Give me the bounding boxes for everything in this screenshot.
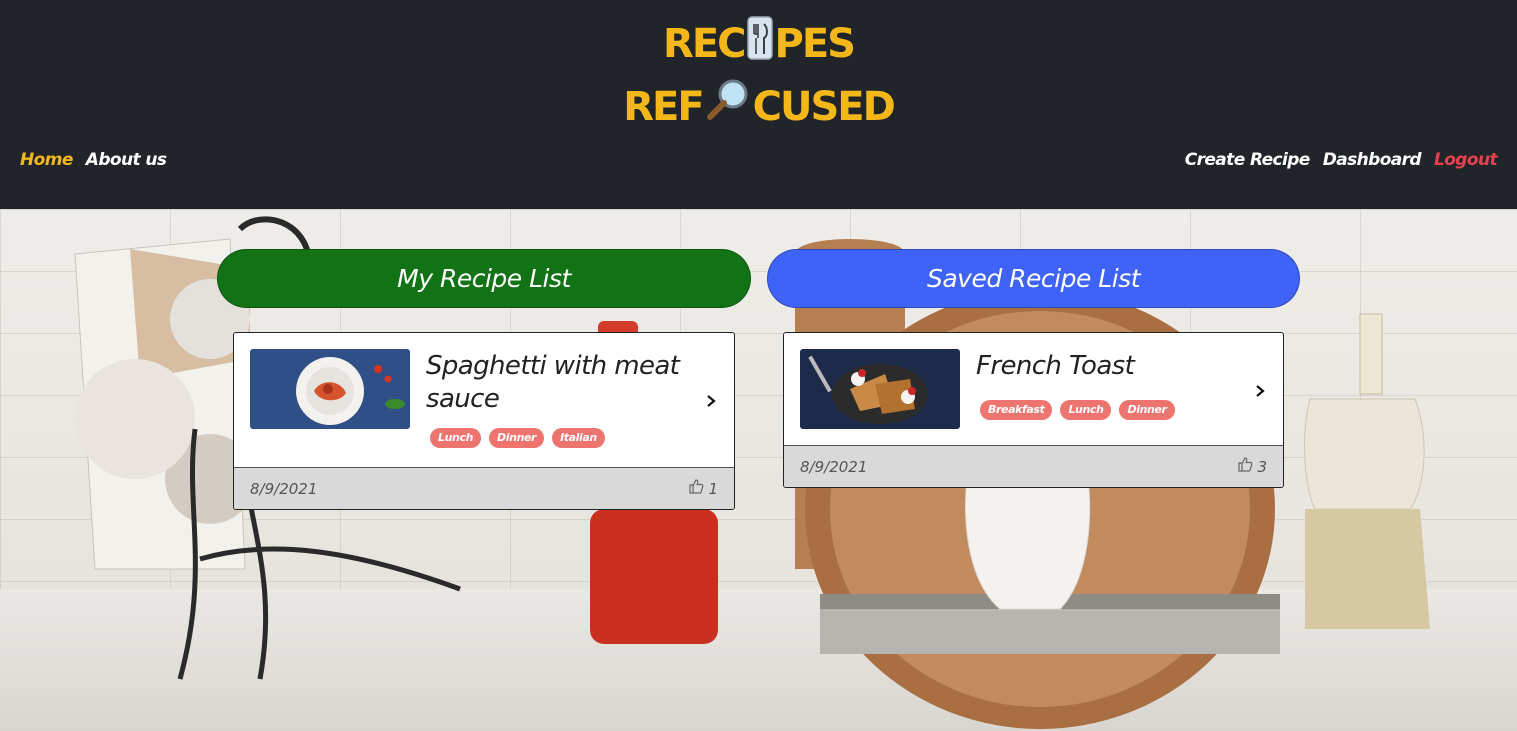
like-count: 3 (1257, 457, 1267, 476)
nav-right: Create Recipe Dashboard Logout (1172, 150, 1498, 170)
tag-badge[interactable]: Dinner (489, 428, 545, 448)
tag-badge[interactable]: Dinner (1119, 400, 1175, 420)
chevron-right-icon[interactable] (1253, 383, 1267, 397)
logo-text-rec: REC (663, 21, 746, 67)
recipe-card-french-toast[interactable]: French Toast Breakfast Lunch Dinner 8/9/… (783, 332, 1284, 488)
recipe-card-footer: 8/9/2021 3 (784, 445, 1283, 487)
like-button[interactable]: 1 (688, 478, 718, 499)
nav-logout-link[interactable]: Logout (1434, 150, 1498, 170)
recipe-tags: Lunch Dinner Italian (430, 428, 605, 448)
tag-badge[interactable]: Lunch (430, 428, 482, 448)
nav-left: Home About us (20, 150, 179, 170)
magnifying-glass-icon (705, 78, 751, 139)
recipe-thumbnail-spaghetti (250, 349, 410, 429)
thumbs-up-icon (1237, 456, 1254, 477)
logo-text-pes: PES (774, 21, 856, 67)
my-recipe-list-header[interactable]: My Recipe List (217, 249, 751, 308)
chevron-right-icon[interactable] (704, 393, 718, 407)
recipe-card-footer: 8/9/2021 1 (234, 467, 734, 509)
recipe-title[interactable]: Spaghetti with meat sauce (426, 350, 696, 416)
recipe-date: 8/9/2021 (800, 457, 868, 476)
nav-home-link[interactable]: Home (20, 150, 73, 170)
recipe-date: 8/9/2021 (250, 479, 318, 498)
logo-text-cused: CUSED (752, 83, 896, 130)
logo-text-ref: REF (623, 83, 704, 130)
site-logo[interactable]: REC PES REF CUSED (0, 14, 1517, 139)
like-count: 1 (708, 479, 718, 498)
thumbs-up-icon (688, 478, 705, 499)
tag-badge[interactable]: Italian (552, 428, 605, 448)
nav-create-recipe-link[interactable]: Create Recipe (1185, 150, 1311, 170)
tag-badge[interactable]: Lunch (1060, 400, 1112, 420)
recipe-card-spaghetti[interactable]: Spaghetti with meat sauce Lunch Dinner I… (233, 332, 735, 510)
nav-about-link[interactable]: About us (86, 150, 167, 170)
recipe-thumbnail-french-toast (800, 349, 960, 429)
tag-badge[interactable]: Breakfast (980, 400, 1053, 420)
recipe-tags: Breakfast Lunch Dinner (980, 400, 1175, 420)
like-button[interactable]: 3 (1237, 456, 1267, 477)
saved-recipe-list-header[interactable]: Saved Recipe List (767, 249, 1300, 308)
top-navbar: REC PES REF CUSED Home About us Create Reci… (0, 0, 1517, 209)
fork-knife-icon (746, 15, 773, 77)
recipe-title[interactable]: French Toast (976, 350, 1246, 383)
nav-dashboard-link[interactable]: Dashboard (1323, 150, 1422, 170)
